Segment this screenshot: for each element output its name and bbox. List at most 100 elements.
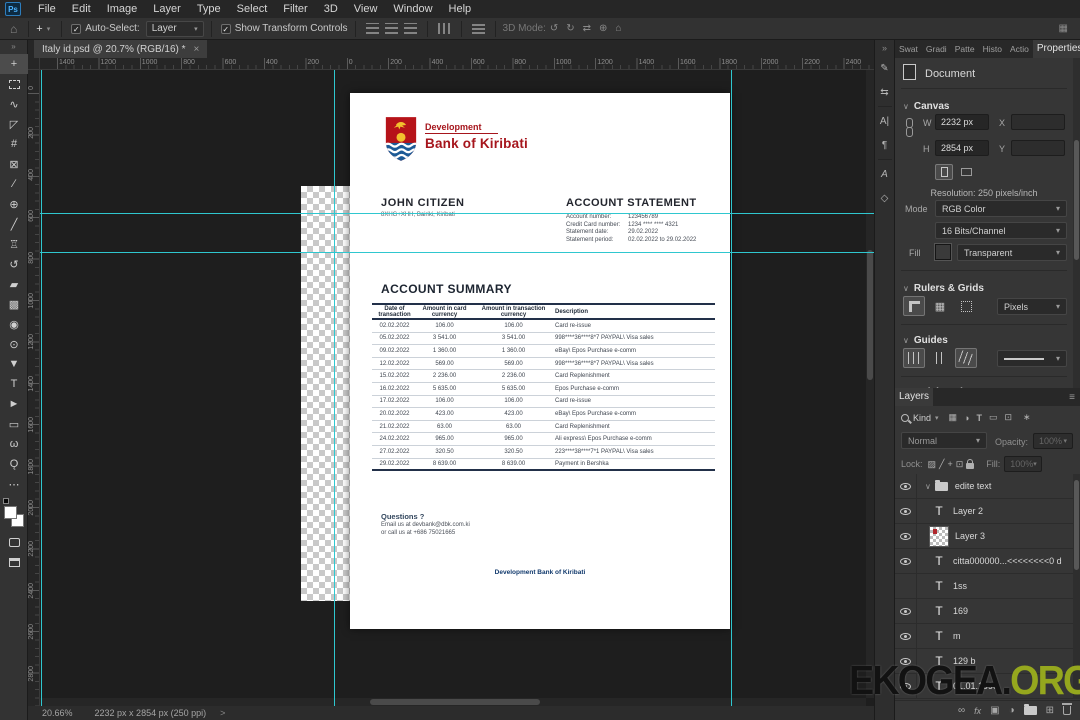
3d-slide-icon[interactable]: ⊕ <box>599 23 607 34</box>
lock-artboard-icon[interactable]: ⊡ <box>956 459 964 470</box>
default-colors-icon[interactable] <box>3 498 9 504</box>
properties-scrollbar-thumb[interactable] <box>1074 140 1079 260</box>
landscape-orientation-button[interactable] <box>957 164 975 180</box>
paragraph-panel-icon[interactable]: ¶ <box>875 133 895 157</box>
menu-window[interactable]: Window <box>385 0 440 18</box>
workspace-icon[interactable]: ▦ <box>1059 23 1068 34</box>
healing-brush-tool[interactable]: ⊕ <box>0 194 28 214</box>
collapse-panel-icon[interactable]: » <box>875 40 895 56</box>
filter-shape-layers-icon[interactable]: ▭ <box>989 412 998 423</box>
toggle-grid-button[interactable]: ▦ <box>929 296 951 316</box>
guide-horizontal[interactable] <box>40 213 874 214</box>
align-left-icon[interactable] <box>365 23 379 34</box>
filter-adjustment-layers-icon[interactable]: ◑ <box>964 413 969 423</box>
chevron-down-icon[interactable]: ▾ <box>47 25 51 33</box>
color-mode-dropdown[interactable]: RGB Color ▾ <box>935 200 1067 217</box>
vertical-scrollbar[interactable] <box>866 70 874 698</box>
height-input[interactable]: 2854 px <box>935 140 989 156</box>
horizontal-scrollbar[interactable] <box>40 698 866 706</box>
menu-view[interactable]: View <box>346 0 386 18</box>
guide-style-dropdown[interactable]: ▾ <box>997 350 1067 367</box>
layer-effects-icon[interactable]: fx <box>974 706 981 716</box>
lock-guides-button[interactable] <box>929 348 951 368</box>
layer-visibility-toggle[interactable] <box>895 623 917 649</box>
layer-row[interactable]: Layer 3 <box>895 523 1073 549</box>
collapse-tools-icon[interactable]: » <box>0 40 27 54</box>
guide-vertical[interactable] <box>731 70 732 706</box>
align-right-icon[interactable] <box>403 23 417 34</box>
layer-row[interactable]: T 1ss <box>895 573 1073 599</box>
fill-swatch[interactable] <box>934 243 952 261</box>
menu-help[interactable]: Help <box>441 0 480 18</box>
lock-pixels-icon[interactable]: ╱ <box>939 459 944 470</box>
document-page[interactable]: Development Bank of Kiribati JOHN CITIZE… <box>350 93 730 629</box>
horizontal-scrollbar-thumb[interactable] <box>370 699 540 705</box>
status-chevron-icon[interactable]: > <box>220 708 225 718</box>
opacity-input[interactable]: 100% ▾ <box>1033 433 1073 449</box>
gradient-tool[interactable]: ▩ <box>0 294 28 314</box>
zoom-tool[interactable]: Ǫ <box>0 454 28 474</box>
eraser-tool[interactable]: ▰ <box>0 274 28 294</box>
guides-section-header[interactable]: ∨ Guides <box>903 330 948 348</box>
mixer-panel-icon[interactable]: ⇆ <box>875 80 895 104</box>
layer-visibility-toggle[interactable] <box>895 598 917 624</box>
portrait-orientation-button[interactable] <box>935 164 953 180</box>
document-tab[interactable]: Italy id.psd @ 20.7% (RGB/16) * × <box>34 40 208 58</box>
layer-row[interactable]: ∨ edite text <box>895 474 1073 499</box>
color-swatches[interactable] <box>0 498 28 532</box>
chevron-down-icon[interactable]: ▾ <box>935 414 939 422</box>
toggle-rulers-button[interactable] <box>903 296 925 316</box>
eyedropper-tool[interactable]: ∕ <box>0 174 28 194</box>
fill-input[interactable]: 100% ▾ <box>1004 456 1043 472</box>
rulers-grids-section-header[interactable]: ∨ Rulers & Grids <box>903 278 984 296</box>
pen-tool[interactable]: ▼ <box>0 354 28 374</box>
filter-pin-icon[interactable]: ∗ <box>1023 412 1031 423</box>
zoom-level[interactable]: 20.66% <box>42 708 73 718</box>
layer-row[interactable]: T 169 <box>895 598 1073 624</box>
move-tool-icon[interactable]: + <box>36 23 42 35</box>
clear-guides-button[interactable] <box>955 348 977 368</box>
align-center-horizontal-icon[interactable] <box>384 23 398 34</box>
blend-mode-dropdown[interactable]: Normal ▾ <box>901 432 987 449</box>
tab-histo[interactable]: Histo <box>979 40 1006 58</box>
3d-roll-icon[interactable]: ↻ <box>566 23 574 34</box>
fill-dropdown[interactable]: Transparent ▾ <box>957 244 1067 261</box>
vertical-ruler[interactable]: 0 200 400 600 800 1000 1200 1400 1600 1800 2000 220… <box>28 70 40 706</box>
character-panel-icon[interactable]: A| <box>875 109 895 133</box>
frame-tool[interactable]: ⊠ <box>0 154 28 174</box>
lock-position-icon[interactable]: + <box>947 459 952 469</box>
toggle-pixel-grid-button[interactable] <box>955 296 977 316</box>
type-tool[interactable]: T <box>0 374 28 394</box>
layers-scrollbar-thumb[interactable] <box>1074 480 1079 570</box>
link-layers-icon[interactable]: ∞ <box>958 705 965 716</box>
tab-patte[interactable]: Patte <box>951 40 979 58</box>
layer-row[interactable]: T Layer 2 <box>895 498 1073 524</box>
delete-layer-icon[interactable] <box>1062 703 1072 715</box>
layer-visibility-toggle[interactable] <box>895 474 917 499</box>
lock-all-icon[interactable] <box>966 459 975 469</box>
guide-vertical[interactable] <box>41 70 42 706</box>
layer-row[interactable]: Tcitta000000...<<<<<<<<0 d <box>895 548 1073 574</box>
properties-scrollbar[interactable] <box>1073 58 1080 388</box>
menu-3d[interactable]: 3D <box>316 0 346 18</box>
filter-kind-label[interactable]: Kind <box>913 413 931 423</box>
path-selection-tool[interactable]: ► <box>0 394 28 414</box>
align-options-icon[interactable] <box>471 23 485 34</box>
lasso-tool[interactable]: ∿ <box>0 94 28 114</box>
dodge-tool[interactable]: ⊙ <box>0 334 28 354</box>
link-dimensions-icon[interactable] <box>906 118 914 140</box>
brush-tool[interactable]: ╱ <box>0 214 28 234</box>
layer-visibility-toggle[interactable] <box>895 523 917 549</box>
filter-smart-objects-icon[interactable]: ⊡ <box>1005 412 1013 423</box>
layer-mask-icon[interactable]: ▣ <box>990 705 999 716</box>
menu-type[interactable]: Type <box>189 0 229 18</box>
menu-layer[interactable]: Layer <box>145 0 189 18</box>
tab-properties[interactable]: Properties <box>1032 40 1080 58</box>
bit-depth-dropdown[interactable]: 16 Bits/Channel ▾ <box>935 222 1067 239</box>
foreground-color-swatch[interactable] <box>4 506 17 519</box>
tab-swat[interactable]: Swat <box>895 40 922 58</box>
more-tool[interactable]: ⋯ <box>0 474 28 494</box>
menu-image[interactable]: Image <box>99 0 146 18</box>
filter-pixel-layers-icon[interactable]: ▦ <box>949 412 958 423</box>
move-tool[interactable]: + <box>0 54 28 74</box>
